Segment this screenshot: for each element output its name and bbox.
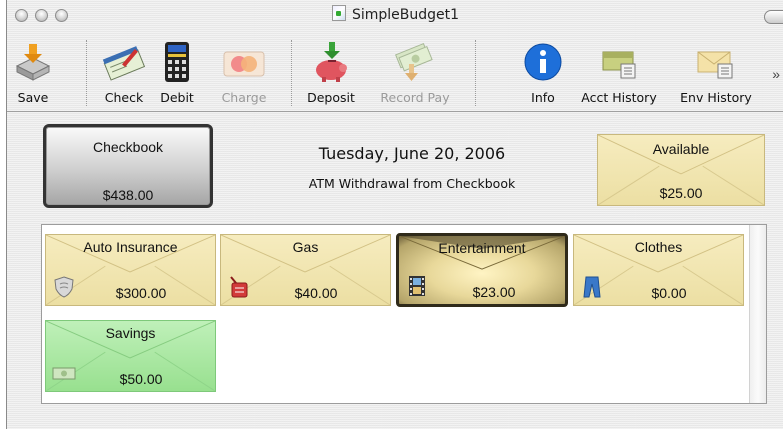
record-pay-label: Record Pay	[380, 90, 450, 105]
env-history-label: Env History	[680, 90, 752, 105]
envelope-gas[interactable]: Gas $40.00	[220, 234, 391, 306]
gas-can-icon	[230, 276, 248, 298]
toolbar-separator	[86, 40, 87, 106]
deposit-icon	[316, 42, 347, 82]
app-window: SimpleBudget1 Save Check Debit Charge De…	[6, 0, 783, 429]
envelope-auto-insurance[interactable]: Auto Insurance $300.00	[45, 234, 216, 306]
account-name: Checkbook	[92, 139, 164, 155]
charge-icon	[223, 51, 265, 77]
env-history-icon	[697, 51, 733, 79]
window-title: SimpleBudget1	[7, 5, 783, 23]
toolbar-separator	[291, 40, 292, 106]
checkbook-account-button[interactable]: Checkbook $438.00	[43, 124, 213, 208]
money-icon	[52, 367, 76, 380]
info-label: Info	[531, 90, 555, 105]
info-icon	[524, 43, 562, 81]
toolbar: Save Check Debit Charge Deposit Record P…	[7, 30, 783, 110]
shield-icon	[54, 276, 74, 298]
last-transaction: ATM Withdrawal from Checkbook	[308, 176, 516, 191]
envelope-amount: $0.00	[651, 285, 687, 301]
envelope-clothes[interactable]: Clothes $0.00	[573, 234, 744, 306]
jeans-icon	[583, 276, 601, 298]
envelope-amount: $300.00	[115, 285, 167, 301]
current-date: Tuesday, June 20, 2006	[318, 144, 506, 163]
envelope-name: Auto Insurance	[83, 239, 178, 255]
save-icon	[15, 44, 51, 81]
check-label: Check	[104, 90, 144, 105]
debit-label: Debit	[160, 90, 194, 105]
title-bar[interactable]: SimpleBudget1	[7, 0, 783, 30]
save-label: Save	[17, 90, 49, 105]
charge-label: Charge	[221, 90, 267, 105]
envelope-savings[interactable]: Savings $50.00	[45, 320, 216, 392]
envelope-name: Savings	[105, 325, 156, 341]
debit-icon	[165, 42, 189, 82]
account-balance: $438.00	[102, 187, 154, 203]
acct-history-label: Acct History	[581, 90, 657, 105]
envelope-amount: $23.00	[472, 284, 516, 300]
acct-history-icon	[602, 51, 636, 79]
available-label: Available	[652, 141, 710, 157]
toolbar-separator	[475, 40, 476, 106]
document-icon	[331, 5, 346, 21]
check-icon	[102, 46, 146, 81]
envelope-list: Auto Insurance $300.00 Gas $40.00 Entert…	[41, 224, 767, 404]
envelope-amount: $50.00	[119, 371, 163, 387]
available-amount: $25.00	[659, 185, 703, 201]
envelope-entertainment[interactable]: Entertainment $23.00	[396, 233, 568, 307]
available-envelope[interactable]: Available $25.00	[597, 134, 765, 206]
envelope-name: Clothes	[634, 239, 683, 255]
film-icon	[409, 276, 425, 296]
envelope-list-scrollbar[interactable]	[749, 225, 766, 403]
window-title-text: SimpleBudget1	[351, 7, 460, 23]
envelope-name: Entertainment	[438, 240, 526, 256]
envelope-name: Gas	[292, 239, 319, 255]
record-pay-icon	[395, 42, 433, 81]
deposit-label: Deposit	[307, 90, 355, 105]
main-content: Checkbook $438.00 Tuesday, June 20, 2006…	[7, 112, 783, 429]
toolbar-overflow-button[interactable]: »	[772, 66, 780, 82]
envelope-amount: $40.00	[294, 285, 338, 301]
toolbar-toggle-button[interactable]	[764, 10, 783, 24]
